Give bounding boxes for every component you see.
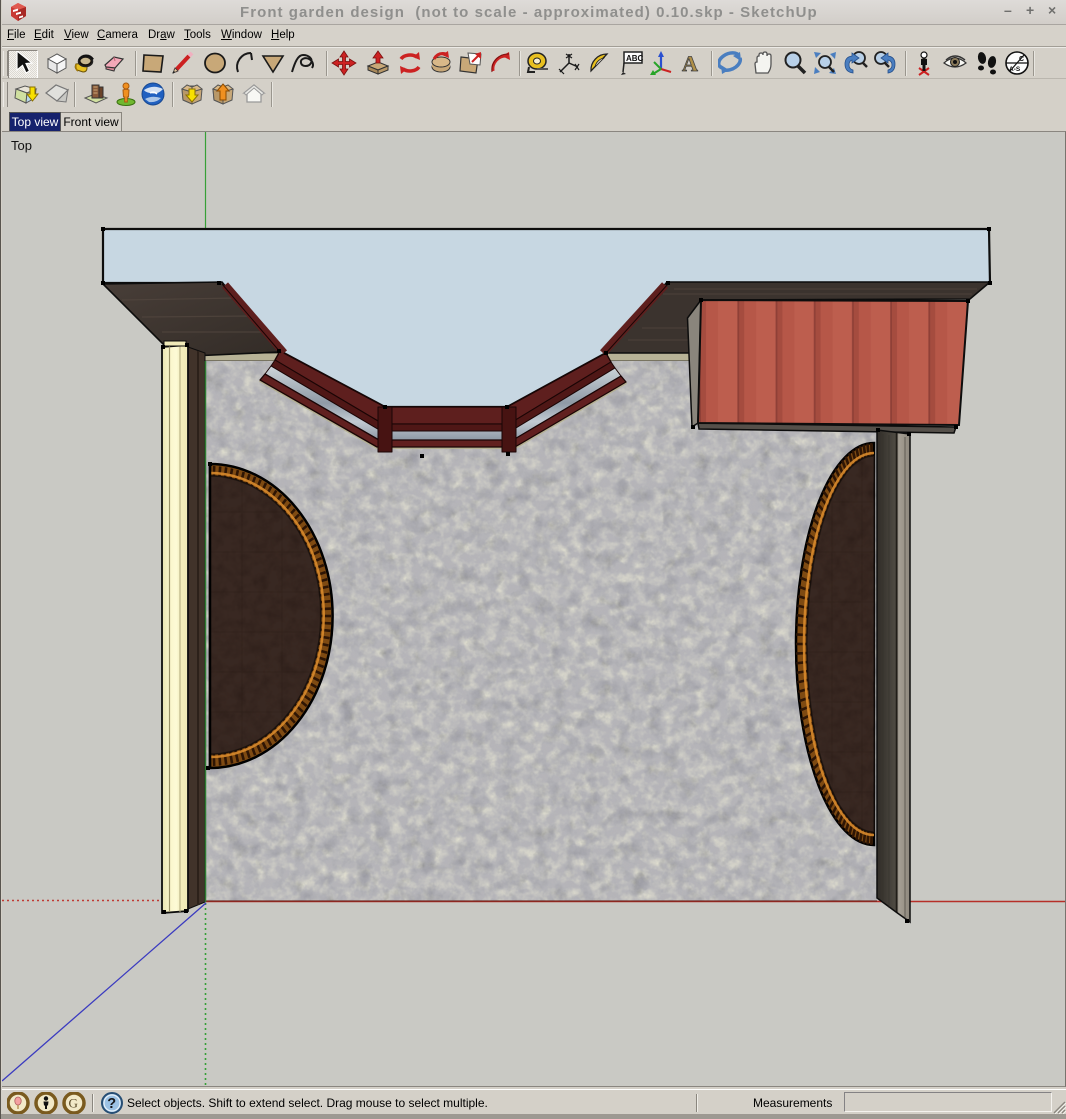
svg-text:ABC: ABC: [626, 54, 644, 63]
svg-text:A: A: [682, 51, 698, 76]
svg-text:?: ?: [107, 1096, 116, 1112]
svg-text:A-S: A-S: [1009, 66, 1021, 73]
svg-text:C: C: [1019, 56, 1024, 63]
svg-text:Top: Top: [11, 138, 32, 153]
svg-text:G: G: [69, 1096, 78, 1111]
